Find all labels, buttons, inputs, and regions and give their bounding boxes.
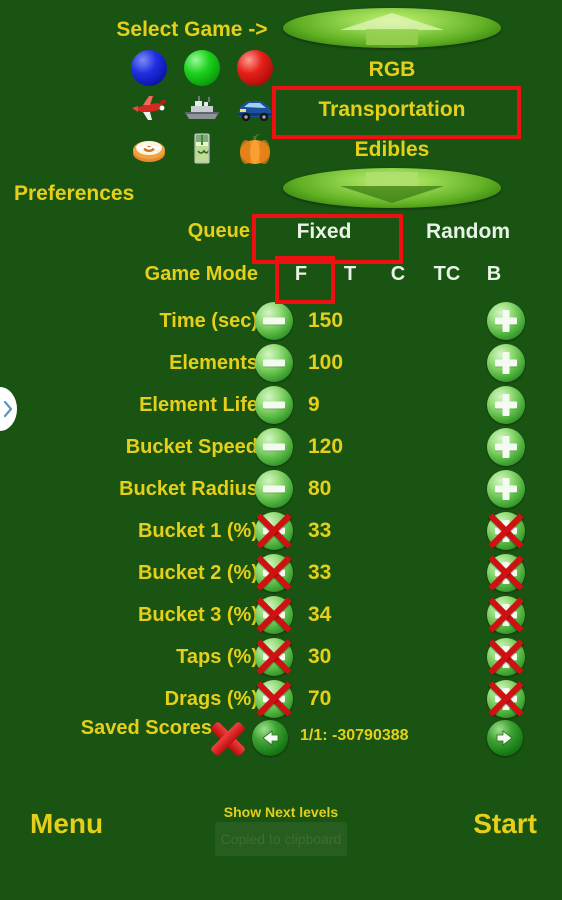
setting-row: Bucket 3 (%) 34 xyxy=(0,594,562,636)
saved-scores-label: Saved Scores xyxy=(80,717,212,739)
setting-row: Drags (%) 70 xyxy=(0,678,562,720)
increment-button-disabled[interactable] xyxy=(487,680,525,718)
setting-label: Taps (%) xyxy=(176,645,258,668)
setting-row: Elements 100 xyxy=(0,342,562,384)
game-mode-label: Game Mode xyxy=(144,263,258,285)
arrow-up-icon xyxy=(283,8,501,48)
game-mode-option-tc[interactable]: TC xyxy=(423,263,471,286)
increment-button[interactable] xyxy=(487,302,525,340)
decrement-button-disabled[interactable] xyxy=(255,596,293,634)
arrow-right-icon[interactable] xyxy=(487,720,523,756)
toast-copied-to-clipboard: Copied to clipboard xyxy=(215,822,347,856)
game-icon-grid xyxy=(128,48,276,168)
setting-label: Time (sec) xyxy=(159,309,258,332)
decrement-button[interactable] xyxy=(255,470,293,508)
setting-label: Bucket Radius xyxy=(119,477,258,500)
setting-value: 34 xyxy=(308,603,332,626)
setting-row: Element Life 9 xyxy=(0,384,562,426)
decrement-button[interactable] xyxy=(255,386,293,424)
increment-button[interactable] xyxy=(487,386,525,424)
show-next-levels-label[interactable]: Show Next levels xyxy=(201,804,361,820)
increment-button-disabled[interactable] xyxy=(487,512,525,550)
setting-value: 80 xyxy=(308,477,332,500)
green-ball-icon[interactable] xyxy=(181,48,222,88)
increment-button[interactable] xyxy=(487,428,525,466)
setting-label: Bucket 2 (%) xyxy=(137,561,258,584)
setting-label: Elements xyxy=(169,351,258,374)
increment-button-disabled[interactable] xyxy=(487,554,525,592)
red-x-icon[interactable] xyxy=(208,720,248,758)
category-label-rgb[interactable]: RGB xyxy=(283,58,501,82)
setting-label: Element Life xyxy=(139,393,258,416)
setting-row: Bucket Radius 80 xyxy=(0,468,562,510)
setting-value: 150 xyxy=(308,309,344,332)
red-ball-icon[interactable] xyxy=(235,48,276,88)
increment-button[interactable] xyxy=(487,470,525,508)
setting-value: 30 xyxy=(308,645,332,668)
game-preferences-screen: Select Game -> RGB Transportation Edible… xyxy=(0,0,562,900)
car-icon[interactable] xyxy=(235,88,276,128)
setting-row: Bucket Speed 120 xyxy=(0,426,562,468)
queue-option-fixed[interactable]: Fixed xyxy=(252,220,396,244)
game-mode-option-f[interactable]: F xyxy=(277,263,325,286)
pumpkin-icon[interactable] xyxy=(235,128,276,168)
increment-button-disabled[interactable] xyxy=(487,638,525,676)
cake-icon[interactable] xyxy=(128,128,169,168)
blue-ball-icon[interactable] xyxy=(128,48,169,88)
game-mode-option-c[interactable]: C xyxy=(374,263,422,286)
setting-value: 120 xyxy=(308,435,344,458)
queue-label: Queue xyxy=(187,220,250,242)
setting-value: 70 xyxy=(308,687,332,710)
preferences-label: Preferences xyxy=(14,182,135,205)
drink-icon[interactable] xyxy=(181,128,222,168)
setting-row: Taps (%) 30 xyxy=(0,636,562,678)
setting-label: Drags (%) xyxy=(164,687,258,710)
increment-button[interactable] xyxy=(487,344,525,382)
setting-value: 33 xyxy=(308,519,332,542)
saved-scores-row: Saved Scores 1/1: -30790388 xyxy=(0,717,562,759)
airplane-icon[interactable] xyxy=(128,88,169,128)
setting-label: Bucket 1 (%) xyxy=(137,519,258,542)
setting-label: Bucket Speed xyxy=(125,435,258,458)
queue-row: Queue Fixed Random xyxy=(0,220,562,258)
setting-value: 33 xyxy=(308,561,332,584)
game-mode-option-b[interactable]: B xyxy=(470,263,518,286)
decrement-button[interactable] xyxy=(255,344,293,382)
decrement-button-disabled[interactable] xyxy=(255,680,293,718)
category-label-edibles[interactable]: Edibles xyxy=(283,138,501,162)
setting-value: 9 xyxy=(308,393,320,416)
icon-row-transportation xyxy=(128,88,276,128)
icon-row-edibles xyxy=(128,128,276,168)
game-mode-row: Game Mode F T C TC B xyxy=(0,263,562,299)
category-label-transportation[interactable]: Transportation xyxy=(283,98,501,122)
saved-scores-text: 1/1: -30790388 xyxy=(300,727,409,744)
setting-row: Time (sec) 150 xyxy=(0,300,562,342)
arrow-left-icon[interactable] xyxy=(252,720,288,756)
menu-button[interactable]: Menu xyxy=(30,808,103,840)
select-game-label: Select Game -> xyxy=(116,18,268,41)
scroll-down-button[interactable] xyxy=(283,168,501,208)
setting-value: 100 xyxy=(308,351,344,374)
arrow-down-icon xyxy=(283,168,501,208)
scroll-up-button[interactable] xyxy=(283,8,501,48)
decrement-button-disabled[interactable] xyxy=(255,638,293,676)
setting-label: Bucket 3 (%) xyxy=(137,603,258,626)
decrement-button-disabled[interactable] xyxy=(255,512,293,550)
decrement-button[interactable] xyxy=(255,302,293,340)
decrement-button[interactable] xyxy=(255,428,293,466)
icon-row-rgb xyxy=(128,48,276,88)
decrement-button-disabled[interactable] xyxy=(255,554,293,592)
queue-option-random[interactable]: Random xyxy=(405,220,531,244)
setting-row: Bucket 2 (%) 33 xyxy=(0,552,562,594)
game-mode-option-t[interactable]: T xyxy=(326,263,374,286)
start-button[interactable]: Start xyxy=(473,808,537,840)
increment-button-disabled[interactable] xyxy=(487,596,525,634)
ship-icon[interactable] xyxy=(181,88,222,128)
setting-row: Bucket 1 (%) 33 xyxy=(0,510,562,552)
